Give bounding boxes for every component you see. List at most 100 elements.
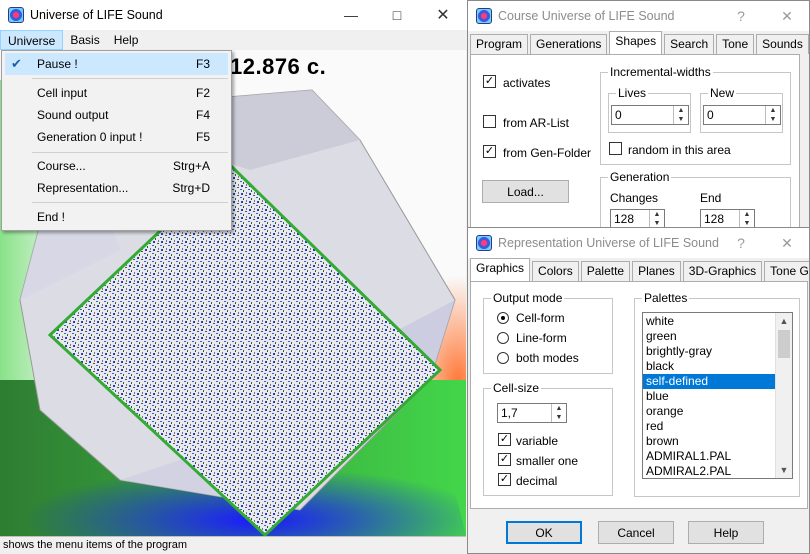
tab-program[interactable]: Program [470,34,529,54]
from-ar-list-label: from AR-List [503,116,570,130]
graphics-panel: Output mode Cell-form Line-form both mod… [470,281,808,509]
spin-arrows-icon[interactable]: ▲ ▼ [765,106,780,124]
menu-item-generation-0-input[interactable]: Generation 0 input ! F5 [5,126,228,148]
cancel-button[interactable]: Cancel [598,521,674,544]
course-dialog-title: Course Universe of LIFE Sound [498,9,675,23]
help-icon[interactable]: ? [718,228,764,258]
tab-graphics[interactable]: Graphics [470,258,531,281]
close-icon[interactable]: ✕ [420,0,466,30]
tab-tone-graphics[interactable]: Tone Graphics [764,261,809,281]
from-gen-folder-label: from Gen-Folder [503,146,592,160]
main-menubar: Universe Basis Help [0,30,145,50]
spin-arrows-icon[interactable]: ▲ ▼ [673,106,688,124]
spin-arrows-icon[interactable]: ▲ ▼ [649,210,664,228]
palettes-scrollbar[interactable]: ▲ ▼ [775,313,792,478]
menu-item-pause[interactable]: ✔ Pause ! F3 [5,53,228,75]
menu-item-sound-output[interactable]: Sound output F4 [5,104,228,126]
smaller-one-checkbox[interactable]: ✓ [498,453,511,466]
menu-separator [32,202,228,203]
decimal-label: decimal [516,474,558,488]
tab-shapes[interactable]: Shapes [609,31,663,54]
both-modes-radio[interactable] [497,352,509,364]
tab-palette[interactable]: Palette [580,261,631,281]
spin-arrows-icon[interactable]: ▲ ▼ [551,404,566,422]
close-icon[interactable]: ✕ [764,228,809,258]
tab-tone[interactable]: Tone [716,34,755,54]
activates-checkbox[interactable]: ✓ [483,75,496,88]
tab-planes[interactable]: Planes [632,261,681,281]
palettes-list: white green brightly-gray black self-def… [643,314,775,478]
main-titlebar[interactable]: Universe of LIFE Sound — □ ✕ [0,0,467,30]
cell-form-label: Cell-form [516,311,565,325]
new-group: New 0 ▲ ▼ [700,86,783,133]
maximize-icon[interactable]: □ [374,0,420,30]
menu-item-representation[interactable]: Representation... Strg+D [5,177,228,199]
menu-item-end[interactable]: End ! [5,206,228,228]
scroll-up-icon[interactable]: ▲ [776,313,792,329]
output-mode-group: Output mode Cell-form Line-form both mod… [483,291,613,374]
list-item[interactable]: green [643,329,775,344]
representation-titlebar[interactable]: Representation Universe of LIFE Sound ? … [468,228,809,258]
minimize-icon[interactable]: — [328,0,374,30]
both-modes-label: both modes [516,351,579,365]
menu-basis[interactable]: Basis [63,30,106,50]
list-item[interactable]: ADMIRAL1.PAL [643,449,775,464]
line-form-label: Line-form [516,331,567,345]
activates-label: activates [503,76,551,90]
app-icon [8,7,24,23]
tab-search[interactable]: Search [664,34,715,54]
end-label: End [700,191,722,205]
line-form-radio[interactable] [497,332,509,344]
help-button[interactable]: Help [688,521,764,544]
list-item[interactable]: white [643,314,775,329]
list-item[interactable]: red [643,419,775,434]
changes-label: Changes [610,191,659,205]
menu-item-cell-input[interactable]: Cell input F2 [5,82,228,104]
tab-colors[interactable]: Colors [532,261,579,281]
course-titlebar[interactable]: Course Universe of LIFE Sound ? ✕ [468,1,809,31]
decimal-checkbox[interactable]: ✓ [498,473,511,486]
ok-button[interactable]: OK [506,521,582,544]
random-checkbox[interactable] [609,142,622,155]
help-icon[interactable]: ? [718,1,764,31]
palettes-listbox[interactable]: white green brightly-gray black self-def… [642,312,793,479]
incremental-widths-group: Incremental-widths Lives 0 ▲ ▼ New 0 ▲ ▼ r… [600,65,791,165]
list-item[interactable]: brown [643,434,775,449]
elapsed-time: 12.876 c. [230,54,327,79]
changes-spinner[interactable]: 128 ▲ ▼ [610,209,665,229]
scroll-thumb[interactable] [778,330,790,358]
close-icon[interactable]: ✕ [764,1,809,31]
cell-size-spinner[interactable]: 1,7 ▲ ▼ [497,403,567,423]
list-item[interactable]: black [643,359,775,374]
list-item-selected[interactable]: self-defined [643,374,775,389]
list-item[interactable]: ADMIRAL2.PAL [643,464,775,478]
menu-universe[interactable]: Universe [0,30,64,50]
list-item[interactable]: brightly-gray [643,344,775,359]
from-gen-folder-checkbox[interactable]: ✓ [483,145,496,158]
variable-checkbox[interactable]: ✓ [498,433,511,446]
representation-dialog-title: Representation Universe of LIFE Sound [498,236,719,250]
menu-item-course[interactable]: Course... Strg+A [5,155,228,177]
lives-group: Lives 0 ▲ ▼ [608,86,691,133]
generation-group: Generation Changes 128 ▲ ▼ End 128 ▲ ▼ [600,170,791,231]
cell-form-radio[interactable] [497,312,509,324]
end-spinner[interactable]: 128 ▲ ▼ [700,209,755,229]
palettes-group: Palettes white green brightly-gray black… [634,291,800,497]
menu-help[interactable]: Help [107,30,146,50]
cell-size-group: Cell-size 1,7 ▲ ▼ ✓ variable ✓ smaller on… [483,381,613,496]
list-item[interactable]: orange [643,404,775,419]
tab-sounds[interactable]: Sounds [756,34,809,54]
status-bar: shows the menu items of the program [0,536,466,554]
tab-generations[interactable]: Generations [530,34,608,54]
smaller-one-label: smaller one [516,454,579,468]
representation-dialog: Representation Universe of LIFE Sound ? … [467,227,810,554]
from-ar-list-checkbox[interactable] [483,115,496,128]
new-spinner[interactable]: 0 ▲ ▼ [703,105,781,125]
scroll-down-icon[interactable]: ▼ [776,462,792,478]
list-item[interactable]: blue [643,389,775,404]
tab-3d-graphics[interactable]: 3D-Graphics [682,261,763,281]
load-button[interactable]: Load... [482,180,569,203]
lives-spinner[interactable]: 0 ▲ ▼ [611,105,689,125]
spin-arrows-icon[interactable]: ▲ ▼ [739,210,754,228]
course-dialog: Course Universe of LIFE Sound ? ✕ Progra… [467,0,810,232]
